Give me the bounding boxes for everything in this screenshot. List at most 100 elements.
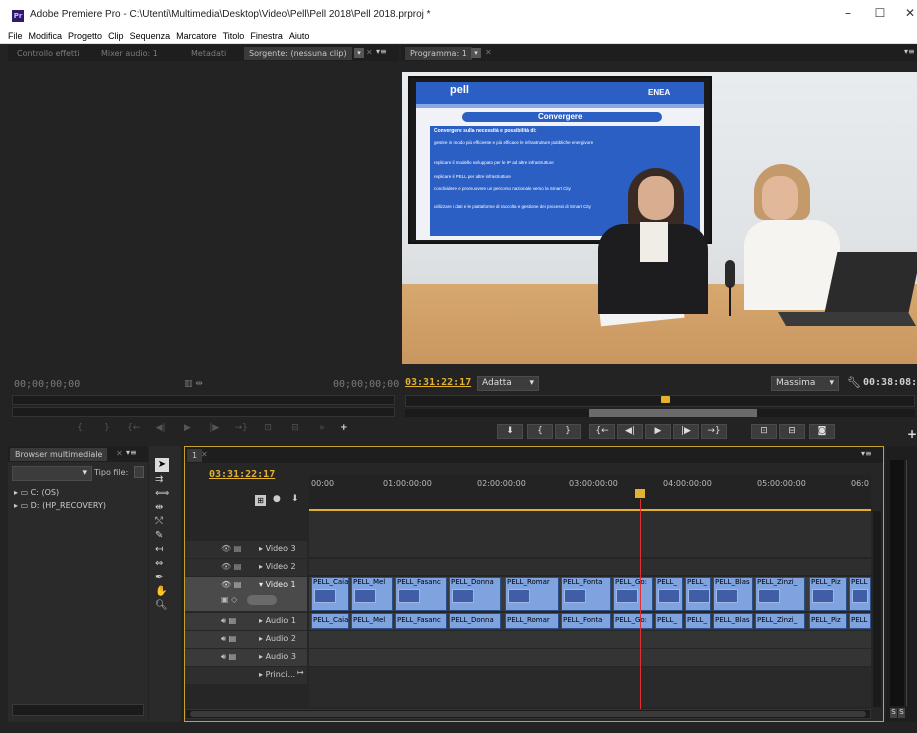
zoom-scroll-thumb[interactable] — [589, 409, 757, 417]
overwrite-icon[interactable]: ⊟ — [283, 423, 307, 433]
audio-clip[interactable]: PELL_Fasanc — [395, 613, 447, 629]
track-header-audio-3[interactable]: 🔊︎ ▤ ▸ Audio 3 — [185, 649, 307, 666]
play-icon[interactable]: ▶ — [176, 423, 200, 433]
add-marker-icon[interactable]: ⬇ — [291, 494, 299, 504]
go-to-out-icon[interactable]: →} — [229, 423, 253, 433]
play-icon[interactable]: ▶ — [645, 424, 671, 439]
audio-clip[interactable]: PELL — [849, 613, 871, 629]
track-select-tool-icon[interactable]: ⇉ — [155, 474, 163, 485]
track-header-master[interactable]: ▸ Princi... ↦ — [185, 667, 307, 684]
tab-mixer-audio[interactable]: Mixer audio: 1 — [96, 47, 163, 60]
more-icon[interactable]: » — [310, 423, 334, 433]
rate-stretch-tool-icon[interactable]: ⤲ — [155, 516, 163, 527]
video-clip[interactable]: PELL_Fasanc — [395, 577, 447, 611]
playhead-marker[interactable] — [661, 396, 670, 403]
program-zoom-bar[interactable] — [405, 409, 915, 417]
drive-item-c[interactable]: ▸ ▭ C: (OS) — [14, 488, 59, 497]
close-tab-icon[interactable]: ✕ — [366, 48, 373, 57]
video-clip[interactable]: PELL_Blas — [713, 577, 753, 611]
mark-out-icon[interactable]: } — [95, 423, 119, 433]
audio-clip[interactable]: PELL_Go: — [613, 613, 653, 629]
step-back-icon[interactable]: ◀| — [149, 423, 173, 433]
tab-sequence-1[interactable]: 1 — [187, 449, 203, 462]
location-dropdown[interactable]: ▾ — [12, 466, 92, 481]
menu-progetto[interactable]: Progetto — [65, 30, 105, 43]
panel-menu-icon[interactable]: ▾≡ — [861, 449, 872, 458]
drive-item-d[interactable]: ▸ ▭ D: (HP_RECOVERY) — [14, 501, 106, 510]
source-zoom-bar[interactable] — [12, 407, 395, 417]
audio-clip[interactable]: PELL_Donna — [449, 613, 501, 629]
video-clip[interactable]: PELL_ — [685, 577, 711, 611]
audio-clip[interactable]: PELL_Fonta — [561, 613, 611, 629]
go-to-in-icon[interactable]: {← — [589, 424, 615, 439]
insert-icon[interactable]: ⊡ — [256, 423, 280, 433]
track-lane-video-2[interactable] — [309, 559, 871, 576]
step-forward-icon[interactable]: |▶ — [202, 423, 226, 433]
audio-clip[interactable]: PELL_Mel — [351, 613, 393, 629]
minimize-button[interactable]: – — [838, 6, 858, 24]
tab-metadati[interactable]: Metadati — [186, 47, 231, 60]
audio-clip[interactable]: PELL_Zinzi_ — [755, 613, 805, 629]
add-marker-icon[interactable]: ⬇ — [497, 424, 523, 439]
track-lane-master[interactable] — [309, 667, 871, 707]
audio-clip[interactable]: PELL_ — [655, 613, 683, 629]
ripple-edit-tool-icon[interactable]: ⟺ — [155, 488, 169, 499]
hand-tool-icon[interactable]: ✋ — [155, 586, 167, 597]
tab-programma[interactable]: Programma: 1 — [405, 47, 472, 60]
video-clip[interactable]: PELL_Romar — [505, 577, 559, 611]
menu-sequenza[interactable]: Sequenza — [127, 30, 174, 43]
add-button-icon[interactable]: + — [907, 427, 917, 441]
maximize-button[interactable]: ☐ — [870, 6, 890, 24]
add-button-icon[interactable]: + — [337, 423, 351, 433]
snap-icon[interactable]: ⊞ — [255, 495, 266, 506]
track-lane-audio-3[interactable] — [309, 649, 871, 666]
solo-left-button[interactable]: S — [890, 708, 897, 718]
quality-dropdown[interactable]: Massima ▾ — [771, 376, 839, 391]
track-lane-audio-2[interactable] — [309, 631, 871, 648]
close-tab-icon[interactable]: ✕ — [485, 48, 492, 57]
solo-right-button[interactable]: S — [898, 708, 905, 718]
audio-clip[interactable]: PELL_Blas — [713, 613, 753, 629]
source-time-ruler[interactable] — [12, 395, 395, 405]
video-clip[interactable]: PELL_Go: — [613, 577, 653, 611]
audio-clip[interactable]: PELL_Romar — [505, 613, 559, 629]
expand-width-icon[interactable]: ↦ — [297, 668, 304, 677]
mark-in-icon[interactable]: { — [527, 424, 553, 439]
mark-out-icon[interactable]: } — [555, 424, 581, 439]
video-clip[interactable]: PELL_Caia — [311, 577, 349, 611]
chevron-down-icon[interactable]: ▾ — [471, 48, 481, 58]
video-clip[interactable]: PELL_Donna — [449, 577, 501, 611]
playhead-marker[interactable] — [635, 489, 645, 498]
audio-clip[interactable]: PELL_ — [685, 613, 711, 629]
video-clip[interactable]: PELL_Piz — [809, 577, 847, 611]
go-to-in-icon[interactable]: {← — [122, 423, 146, 433]
close-tab-icon[interactable]: ✕ — [201, 450, 208, 459]
track-header-video-2[interactable]: 👁︎ ▤ ▸ Video 2 — [185, 559, 307, 576]
menu-titolo[interactable]: Titolo — [220, 30, 248, 43]
mark-in-icon[interactable]: { — [68, 423, 92, 433]
program-time-ruler[interactable] — [405, 395, 915, 407]
panel-menu-icon[interactable]: ▾≡ — [376, 47, 387, 56]
panel-menu-icon[interactable]: ▾≡ — [126, 448, 137, 457]
audio-clip[interactable]: PELL_Caia — [311, 613, 349, 629]
wrench-icon[interactable]: 🔧︎ — [847, 376, 861, 389]
menu-file[interactable]: File — [5, 30, 26, 43]
rolling-edit-tool-icon[interactable]: ⇹ — [155, 502, 163, 513]
speaker-icon[interactable]: 🔊︎ ▤ — [221, 652, 236, 662]
camera-icon[interactable]: ◙ — [809, 424, 835, 439]
media-browser-scrollbar[interactable] — [12, 704, 144, 716]
eye-icon[interactable]: 👁︎ ▤ — [221, 562, 241, 571]
pen-tool-icon[interactable]: ✒ — [155, 572, 163, 583]
eye-icon[interactable]: 👁︎ ▤ — [221, 580, 241, 589]
menu-modifica[interactable]: Modifica — [26, 30, 66, 43]
timeline-timecode[interactable]: 03:31:22:17 — [209, 469, 275, 480]
track-header-audio-2[interactable]: 🔊︎ ▤ ▸ Audio 2 — [185, 631, 307, 648]
go-to-out-icon[interactable]: →} — [701, 424, 727, 439]
keyframe-icon[interactable]: ▣ ◇ — [221, 595, 237, 604]
video-clip[interactable]: PELL_ — [655, 577, 683, 611]
track-lane-video-3[interactable] — [309, 541, 871, 558]
track-header-video-3[interactable]: 👁︎ ▤ ▸ Video 3 — [185, 541, 307, 558]
menu-marcatore[interactable]: Marcatore — [173, 30, 220, 43]
video-clip[interactable]: PELL_Zinzi_ — [755, 577, 805, 611]
zoom-tool-icon[interactable]: 🔍︎ — [155, 600, 168, 611]
